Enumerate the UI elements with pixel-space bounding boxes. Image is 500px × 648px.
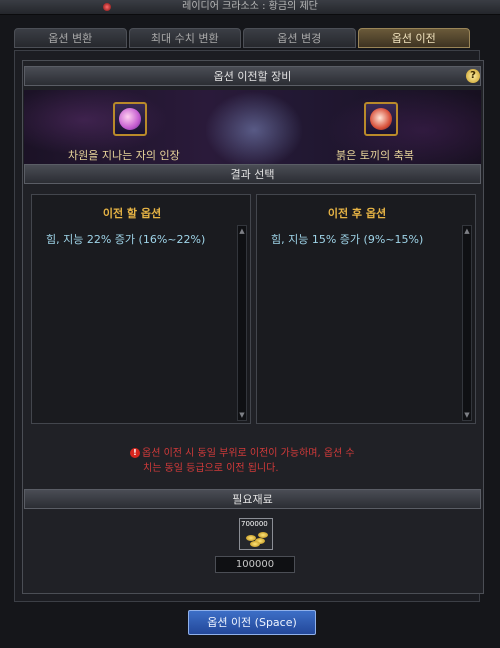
scroll-up-icon[interactable]: ▲ [463,226,471,236]
warning-line-1: 옵션 이전 시 동일 부위로 이전이 가능하며, 옵션 수 [142,448,355,459]
title-gem-icon [103,3,111,11]
help-icon[interactable]: ? [466,69,480,83]
before-option-line[interactable]: 힘, 지능 22% 증가 (16%~22%) [46,231,205,247]
tab-max-value-conversion[interactable]: 최대 수치 변환 [128,28,241,48]
tab-option-conversion[interactable]: 옵션 변환 [14,28,127,48]
source-item-name: 차원을 지나는 자의 인장 [68,149,180,162]
tab-option-change[interactable]: 옵션 변경 [243,28,356,48]
window-title: 레이디어 크라소소 : 황금의 제단 [182,1,318,12]
after-option-line[interactable]: 힘, 지능 15% 증가 (9%~15%) [271,231,423,247]
after-option-list[interactable]: 이전 후 옵션 힘, 지능 15% 증가 (9%~15%) ▲ ▼ [256,194,476,424]
tab-option-transfer[interactable]: 옵션 이전 [357,28,470,48]
result-section-header: 결과 선택 [24,164,481,184]
seal-icon [119,108,141,130]
before-option-list[interactable]: 이전 할 옵션 힘, 지능 22% 증가 (16%~22%) ▲ ▼ [31,194,251,424]
window-title-bar: 레이디어 크라소소 : 황금의 제단 [0,0,500,15]
warning-line-2: 치는 동일 등급으로 이전 됩니다. [143,463,279,474]
material-slot[interactable]: 700000 [239,518,273,550]
material-quantity-field: 100000 [215,556,295,573]
warning-icon: ! [130,448,140,458]
source-item-slot[interactable] [113,102,147,136]
before-scrollbar[interactable]: ▲ ▼ [237,225,247,421]
before-option-title: 이전 할 옵션 [102,207,162,220]
target-item-slot[interactable] [364,102,398,136]
option-transfer-button[interactable]: 옵션 이전 (Space) [188,610,316,635]
equipment-section-header: 옵션 이전할 장비 [24,66,481,86]
scroll-down-icon[interactable]: ▼ [238,410,246,420]
transfer-warning: ! 옵션 이전 시 동일 부위로 이전이 가능하며, 옵션 수 치는 동일 등급으… [130,446,390,476]
tab-bar: 옵션 변환 최대 수치 변환 옵션 변경 옵션 이전 [14,28,470,48]
scroll-up-icon[interactable]: ▲ [238,226,246,236]
after-option-title: 이전 후 옵션 [327,207,387,220]
after-scrollbar[interactable]: ▲ ▼ [462,225,472,421]
material-badge: 700000 [241,520,268,528]
scroll-down-icon[interactable]: ▼ [463,410,471,420]
materials-section-header: 필요재료 [24,489,481,509]
rabbit-blessing-icon [370,108,392,130]
target-item-name: 붉은 토끼의 축복 [336,149,414,162]
